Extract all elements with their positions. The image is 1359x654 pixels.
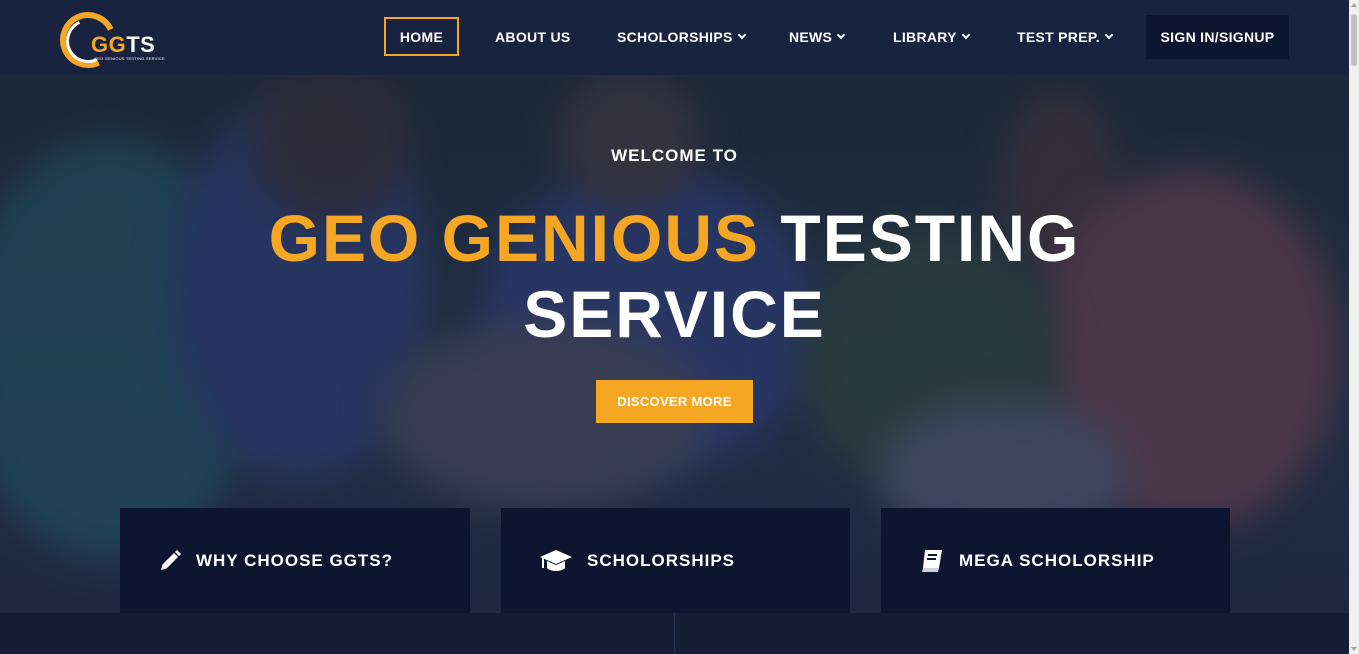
logo-subtitle: GEO GENIOUS TESTING SERVICE [94, 56, 165, 61]
section-divider [674, 613, 675, 654]
nav-news-label: NEWS [789, 28, 833, 45]
nav-about-us[interactable]: ABOUT US [495, 17, 571, 56]
chevron-down-icon [836, 30, 846, 39]
nav-scholorships-label: SCHOLORSHIPS [617, 28, 733, 45]
feature-scholorships-label: SCHOLORSHIPS [587, 550, 736, 570]
book-icon [919, 548, 945, 574]
page-scrollbar[interactable] [1349, 0, 1359, 654]
feature-why-choose[interactable]: WHY CHOOSE GGTS? [120, 508, 470, 613]
nav-about-label: ABOUT US [495, 28, 571, 45]
welcome-heading: WELCOME TO [611, 146, 738, 165]
hero-title-service: SERVICE [523, 277, 826, 351]
hero-title: GEO GENIOUS TESTING SERVICE [0, 200, 1349, 352]
logo-text: GGTS [91, 32, 156, 57]
feature-scholorships[interactable]: SCHOLORSHIPS [501, 508, 850, 613]
hero-title-accent: GEO GENIOUS [268, 201, 761, 275]
discover-more-button[interactable]: DISCOVER MORE [596, 380, 753, 423]
nav-test-prep-label: TEST PREP. [1017, 28, 1100, 45]
ggts-logo[interactable]: GGTS GEO GENIOUS TESTING SERVICE [52, 4, 170, 78]
chevron-down-icon [961, 30, 971, 39]
nav-test-prep[interactable]: TEST PREP. [1017, 17, 1114, 56]
signin-signup-button[interactable]: SIGN IN/SIGNUP [1146, 15, 1289, 59]
graduation-cap-icon [539, 548, 573, 574]
pencil-icon [158, 549, 182, 573]
hero-title-testing: TESTING [780, 201, 1081, 275]
chevron-down-icon [1104, 30, 1114, 39]
nav-home-label: HOME [399, 28, 444, 45]
top-navbar: GGTS GEO GENIOUS TESTING SERVICE HOME AB… [0, 0, 1349, 78]
chevron-down-icon [737, 30, 746, 39]
nav-library-label: LIBRARY [893, 28, 957, 45]
feature-why-choose-label: WHY CHOOSE GGTS? [196, 550, 394, 570]
nav-home[interactable]: HOME [384, 17, 459, 56]
nav-scholorships[interactable]: SCHOLORSHIPS [617, 17, 746, 56]
scroll-down-arrow-icon[interactable] [1351, 647, 1357, 651]
nav-news[interactable]: NEWS [789, 17, 846, 56]
feature-mega-scholorship-label: MEGA SCHOLORSHIP [959, 550, 1155, 570]
nav-library[interactable]: LIBRARY [893, 17, 971, 56]
scrollbar-thumb[interactable] [1351, 14, 1357, 66]
feature-mega-scholorship[interactable]: MEGA SCHOLORSHIP [881, 508, 1230, 613]
next-section-top [0, 613, 1349, 654]
scroll-up-arrow-icon[interactable] [1351, 3, 1357, 7]
